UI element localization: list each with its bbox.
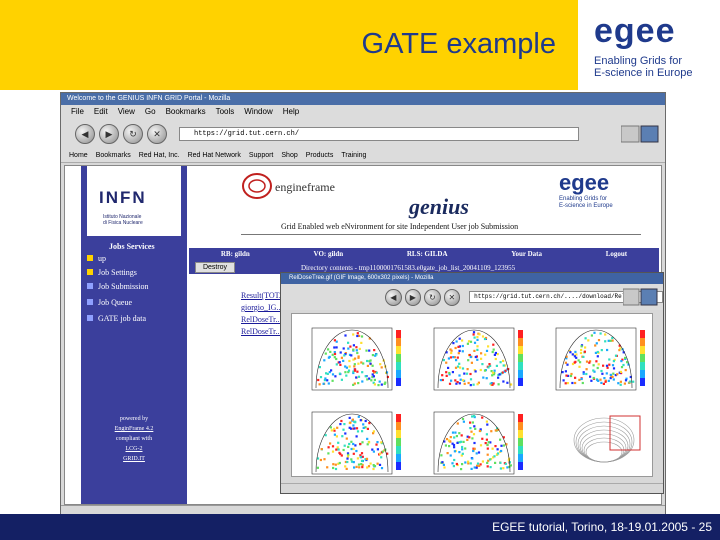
mozilla-throbber-icon xyxy=(623,288,658,306)
reload-button[interactable]: ↻ xyxy=(123,124,143,144)
menu-edit[interactable]: Edit xyxy=(94,105,108,119)
sidebar-item-job-submission[interactable]: Job Submission xyxy=(87,282,148,291)
logout-link[interactable]: Logout xyxy=(606,248,627,260)
bookmark-products[interactable]: Products xyxy=(306,149,334,162)
slide-header: GATE example xyxy=(0,0,578,90)
divider xyxy=(241,234,641,235)
bookmark-training[interactable]: Training xyxy=(341,149,366,162)
menu-go[interactable]: Go xyxy=(145,105,156,119)
popup-reload-button[interactable]: ↻ xyxy=(424,288,441,306)
slide-title: GATE example xyxy=(361,28,556,60)
stop-button[interactable]: ✕ xyxy=(147,124,167,144)
dose-plot xyxy=(422,318,538,398)
arrow-icon xyxy=(87,299,93,305)
file-list: Result(TOT... giorgio_IG... RelDoseTr...… xyxy=(241,290,285,338)
enginframe-link[interactable]: EnginFrame 4.2 xyxy=(115,426,154,432)
window-title: Welcome to the GENIUS INFN GRID Portal -… xyxy=(61,93,665,105)
infn-logo: INFN Istituto Nazionale di Fisica Nuclea… xyxy=(87,166,181,236)
popup-stop-button[interactable]: ✕ xyxy=(443,288,461,306)
dose-plot xyxy=(300,318,416,398)
menu-file[interactable]: File xyxy=(71,105,84,119)
egee-logo-word: egee xyxy=(594,12,676,50)
bookmarks-toolbar: Home Bookmarks Red Hat, Inc. Red Hat Net… xyxy=(61,149,665,163)
menu-window[interactable]: Window xyxy=(244,105,272,119)
dose-plot xyxy=(544,402,652,476)
menu-bar: File Edit View Go Bookmarks Tools Window… xyxy=(61,105,665,119)
sidebar-item-job-settings[interactable]: Job Settings xyxy=(87,268,137,277)
infn-sidebar: INFN Istituto Nazionale di Fisica Nuclea… xyxy=(81,166,187,504)
arrow-icon xyxy=(87,315,93,321)
folder-icon xyxy=(87,269,93,275)
bookmark-shop[interactable]: Shop xyxy=(281,149,297,162)
genius-logo: genius xyxy=(409,194,469,219)
lcg2-link[interactable]: LCG-2 xyxy=(126,446,143,452)
dose-plot xyxy=(422,402,538,476)
rls-label: RLS: GILDA xyxy=(406,250,448,258)
mozilla-throbber-icon xyxy=(620,124,659,144)
jobs-services-heading: Jobs Services xyxy=(109,242,155,251)
genius-acronym: Grid Enabled web eNvironment for site In… xyxy=(281,222,519,231)
powered-by: powered by EnginFrame 4.2 compliant with… xyxy=(114,416,154,462)
bookmark-bookmarks[interactable]: Bookmarks xyxy=(96,149,131,162)
file-link[interactable]: RelDoseTr... xyxy=(241,314,285,326)
back-button[interactable]: ◀ xyxy=(75,124,95,144)
folder-icon xyxy=(87,255,93,261)
popup-title: RelDoseTree.gif (GIF Image, 600x302 pixe… xyxy=(281,273,663,284)
rb-label: RB: gildn xyxy=(220,250,250,258)
sidebar-item-job-queue[interactable]: Job Queue xyxy=(87,298,132,307)
egee-logo: egee Enabling Grids for E-science in Eur… xyxy=(578,0,720,90)
egee-logo-tagline: Enabling Grids for E-science in Europe xyxy=(594,55,693,79)
menu-tools[interactable]: Tools xyxy=(216,105,235,119)
menu-bookmarks[interactable]: Bookmarks xyxy=(166,105,206,119)
dose-plot xyxy=(300,402,416,476)
egee-page-logo: egee Enabling Grids for E-science in Eur… xyxy=(559,170,613,209)
image-popup-window: RelDoseTree.gif (GIF Image, 600x302 pixe… xyxy=(280,272,664,494)
slide-footer: EGEE tutorial, Torino, 18-19.01.2005 - 2… xyxy=(0,514,720,540)
sidebar-item-up[interactable]: up xyxy=(87,254,106,263)
bookmark-redhat[interactable]: Red Hat, Inc. xyxy=(139,149,180,162)
directory-title: Directory contents - tmp1100001761583.e0… xyxy=(301,264,516,272)
your-data-link[interactable]: Your Data xyxy=(511,248,542,260)
vo-label: VO: gildn xyxy=(313,250,344,258)
file-link[interactable]: Result(TOT... xyxy=(241,290,285,302)
url-input[interactable]: https://grid.tut.cern.ch/ xyxy=(179,127,579,141)
dose-plot xyxy=(544,318,652,398)
menu-help[interactable]: Help xyxy=(283,105,299,119)
file-link[interactable]: giorgio_IG... xyxy=(241,302,285,314)
bookmark-support[interactable]: Support xyxy=(249,149,274,162)
gridit-link[interactable]: GRID.IT xyxy=(123,456,145,462)
popup-back-button[interactable]: ◀ xyxy=(385,288,402,306)
navigation-toolbar: ◀ ▶ ↻ ✕ https://grid.tut.cern.ch/ xyxy=(61,119,665,149)
popup-toolbar: ◀ ▶ ↻ ✕ https://grid.tut.cern.ch/..../do… xyxy=(281,284,664,310)
arrow-icon xyxy=(87,283,93,289)
popup-forward-button[interactable]: ▶ xyxy=(404,288,422,306)
footer-text: EGEE tutorial, Torino, 18-19.01.2005 - 2… xyxy=(492,520,712,534)
dose-image xyxy=(291,313,653,477)
popup-status-bar xyxy=(281,483,663,493)
session-info-bar: RB: gildn VO: gildn RLS: GILDA Your Data… xyxy=(189,248,659,260)
menu-view[interactable]: View xyxy=(118,105,135,119)
file-link[interactable]: RelDoseTr... xyxy=(241,326,285,338)
bookmark-home[interactable]: Home xyxy=(69,149,88,162)
destroy-button[interactable]: Destroy xyxy=(195,262,235,273)
bookmark-redhat-network[interactable]: Red Hat Network xyxy=(188,149,241,162)
enginframe-logo: engineframe xyxy=(241,170,335,202)
sidebar-item-gate-job-data[interactable]: GATE job data xyxy=(87,314,146,323)
forward-button[interactable]: ▶ xyxy=(99,124,119,144)
